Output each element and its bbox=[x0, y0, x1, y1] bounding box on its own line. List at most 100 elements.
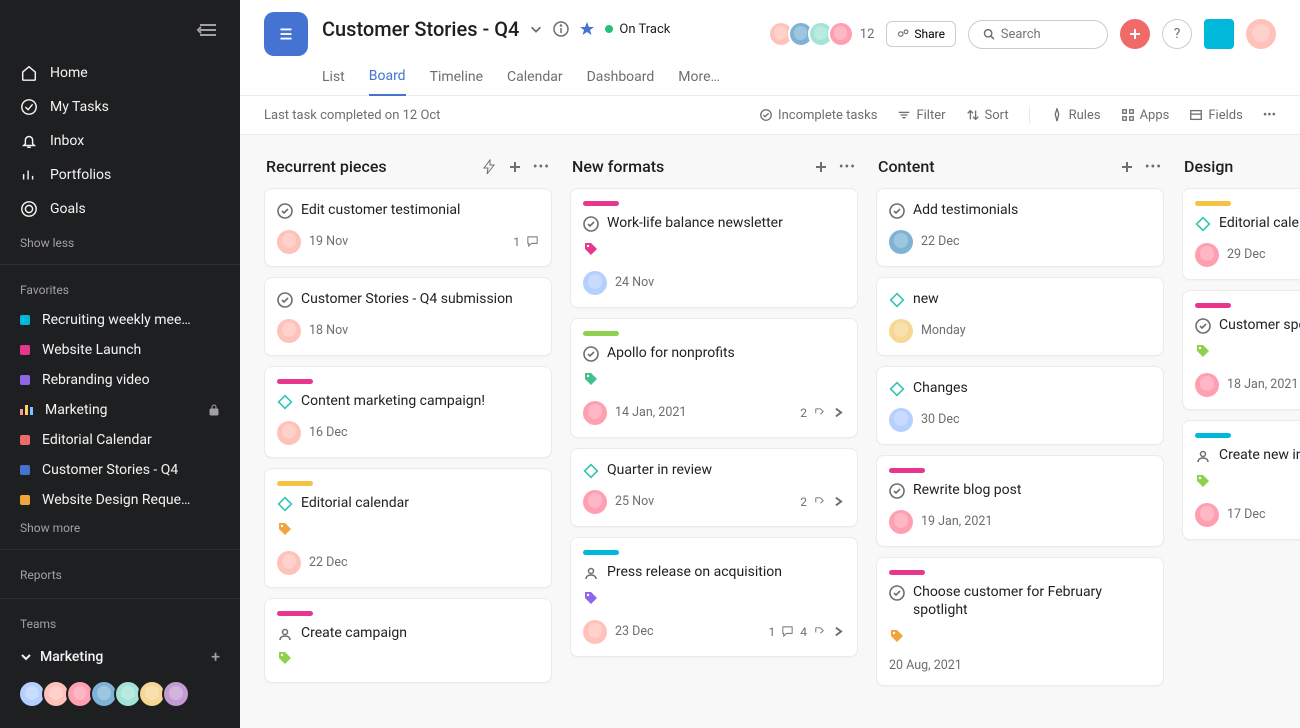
favorite-item[interactable]: Website Design Reque… bbox=[0, 485, 240, 515]
task-card[interactable]: Create new in17 Dec bbox=[1182, 420, 1300, 540]
filter-button[interactable]: Filter bbox=[897, 108, 945, 123]
collapse-sidebar-icon[interactable] bbox=[196, 18, 220, 42]
nav-my-tasks[interactable]: My Tasks bbox=[0, 90, 240, 124]
nav-home[interactable]: Home bbox=[0, 56, 240, 90]
member-avatars[interactable]: 12 bbox=[774, 21, 875, 47]
show-less-link[interactable]: Show less bbox=[0, 230, 240, 256]
complete-task-icon[interactable] bbox=[277, 394, 293, 410]
complete-task-icon[interactable] bbox=[1195, 216, 1211, 232]
workspace-icon[interactable] bbox=[1204, 19, 1234, 49]
complete-task-icon[interactable] bbox=[1195, 448, 1211, 464]
tab-board[interactable]: Board bbox=[369, 62, 406, 96]
complete-task-icon[interactable] bbox=[277, 626, 293, 642]
assignee-avatar[interactable] bbox=[1195, 243, 1219, 267]
task-card[interactable]: Work-life balance newsletter24 Nov bbox=[570, 188, 858, 308]
assignee-avatar[interactable] bbox=[277, 230, 301, 254]
task-card[interactable]: Customer spo18 Jan, 2021 bbox=[1182, 290, 1300, 410]
task-card[interactable]: Editorial cale29 Dec bbox=[1182, 188, 1300, 280]
search-input[interactable] bbox=[1001, 27, 1093, 42]
nav-inbox[interactable]: Inbox bbox=[0, 124, 240, 158]
assignee-avatar[interactable] bbox=[1195, 503, 1219, 527]
complete-task-icon[interactable] bbox=[1195, 318, 1211, 334]
tab-list[interactable]: List bbox=[322, 63, 345, 95]
assignee-avatar[interactable] bbox=[583, 401, 607, 425]
column-title[interactable]: Content bbox=[878, 157, 935, 176]
rules-button[interactable]: Rules bbox=[1050, 108, 1101, 123]
assignee-avatar[interactable] bbox=[583, 271, 607, 295]
user-avatar[interactable] bbox=[1246, 19, 1276, 49]
info-icon[interactable] bbox=[553, 21, 569, 37]
task-card[interactable]: Changes30 Dec bbox=[876, 366, 1164, 445]
favorite-item[interactable]: Editorial Calendar bbox=[0, 425, 240, 455]
complete-task-icon[interactable] bbox=[277, 292, 293, 308]
favorite-item[interactable]: Customer Stories - Q4 bbox=[0, 455, 240, 485]
create-button[interactable] bbox=[1120, 19, 1150, 49]
task-card[interactable]: Choose customer for February spotlight20… bbox=[876, 557, 1164, 687]
assignee-avatar[interactable] bbox=[277, 551, 301, 575]
favorite-item[interactable]: Website Launch bbox=[0, 335, 240, 365]
team-marketing[interactable]: Marketing + bbox=[0, 639, 240, 674]
tab-calendar[interactable]: Calendar bbox=[507, 63, 563, 95]
complete-task-icon[interactable] bbox=[583, 565, 599, 581]
complete-task-icon[interactable] bbox=[889, 381, 905, 397]
star-icon[interactable] bbox=[579, 21, 595, 37]
complete-task-icon[interactable] bbox=[583, 216, 599, 232]
task-card[interactable]: Apollo for nonprofits14 Jan, 20212 bbox=[570, 318, 858, 438]
column-more-icon[interactable]: ••• bbox=[1145, 159, 1162, 175]
tab-timeline[interactable]: Timeline bbox=[430, 63, 483, 95]
assignee-avatar[interactable] bbox=[583, 490, 607, 514]
column-title[interactable]: Recurrent pieces bbox=[266, 157, 387, 176]
assignee-avatar[interactable] bbox=[277, 421, 301, 445]
task-card[interactable]: Create campaign bbox=[264, 598, 552, 684]
column-more-icon[interactable]: ••• bbox=[839, 159, 856, 175]
fields-button[interactable]: Fields bbox=[1189, 108, 1242, 123]
task-card[interactable]: Customer Stories - Q4 submission18 Nov bbox=[264, 277, 552, 356]
assignee-avatar[interactable] bbox=[889, 319, 913, 343]
task-card[interactable]: Edit customer testimonial19 Nov1 bbox=[264, 188, 552, 267]
complete-task-icon[interactable] bbox=[583, 346, 599, 362]
project-dropdown-icon[interactable] bbox=[529, 22, 543, 36]
column-more-icon[interactable]: ••• bbox=[533, 159, 550, 175]
help-button[interactable]: ? bbox=[1162, 19, 1192, 49]
reports-header[interactable]: Reports bbox=[0, 558, 240, 590]
favorite-item[interactable]: Rebranding video bbox=[0, 365, 240, 395]
status-pill[interactable]: On Track bbox=[605, 22, 670, 37]
complete-task-icon[interactable] bbox=[889, 203, 905, 219]
add-task-icon[interactable] bbox=[507, 159, 523, 175]
assignee-avatar[interactable] bbox=[889, 510, 913, 534]
add-task-icon[interactable] bbox=[813, 159, 829, 175]
show-more-link[interactable]: Show more bbox=[0, 515, 240, 541]
task-card[interactable]: newMonday bbox=[876, 277, 1164, 356]
nav-portfolios[interactable]: Portfolios bbox=[0, 158, 240, 192]
project-title[interactable]: Customer Stories - Q4 bbox=[322, 17, 519, 41]
assignee-avatar[interactable] bbox=[277, 319, 301, 343]
task-card[interactable]: Editorial calendar22 Dec bbox=[264, 468, 552, 588]
tab-more[interactable]: More… bbox=[678, 63, 720, 95]
tab-dashboard[interactable]: Dashboard bbox=[587, 63, 655, 95]
assignee-avatar[interactable] bbox=[889, 230, 913, 254]
add-task-icon[interactable] bbox=[1119, 159, 1135, 175]
complete-task-icon[interactable] bbox=[889, 585, 905, 601]
task-card[interactable]: Rewrite blog post19 Jan, 2021 bbox=[876, 455, 1164, 547]
column-title[interactable]: New formats bbox=[572, 157, 664, 176]
task-card[interactable]: Content marketing campaign!16 Dec bbox=[264, 366, 552, 458]
complete-task-icon[interactable] bbox=[889, 483, 905, 499]
favorite-item[interactable]: Recruiting weekly mee… bbox=[0, 305, 240, 335]
assignee-avatar[interactable] bbox=[889, 408, 913, 432]
complete-task-icon[interactable] bbox=[277, 496, 293, 512]
search-box[interactable] bbox=[968, 20, 1108, 49]
complete-task-icon[interactable] bbox=[277, 203, 293, 219]
apps-button[interactable]: Apps bbox=[1121, 108, 1170, 123]
nav-goals[interactable]: Goals bbox=[0, 192, 240, 226]
assignee-avatar[interactable] bbox=[583, 620, 607, 644]
complete-task-icon[interactable] bbox=[889, 292, 905, 308]
task-card[interactable]: Press release on acquisition23 Dec14 bbox=[570, 537, 858, 657]
add-team-project-icon[interactable]: + bbox=[211, 647, 220, 666]
complete-task-icon[interactable] bbox=[583, 463, 599, 479]
favorite-item[interactable]: Marketing bbox=[0, 395, 240, 425]
share-button[interactable]: Share bbox=[886, 21, 956, 47]
more-toolbar-button[interactable]: ••• bbox=[1263, 108, 1276, 123]
task-card[interactable]: Add testimonials22 Dec bbox=[876, 188, 1164, 267]
assignee-avatar[interactable] bbox=[1195, 373, 1219, 397]
sort-button[interactable]: Sort bbox=[966, 108, 1009, 123]
